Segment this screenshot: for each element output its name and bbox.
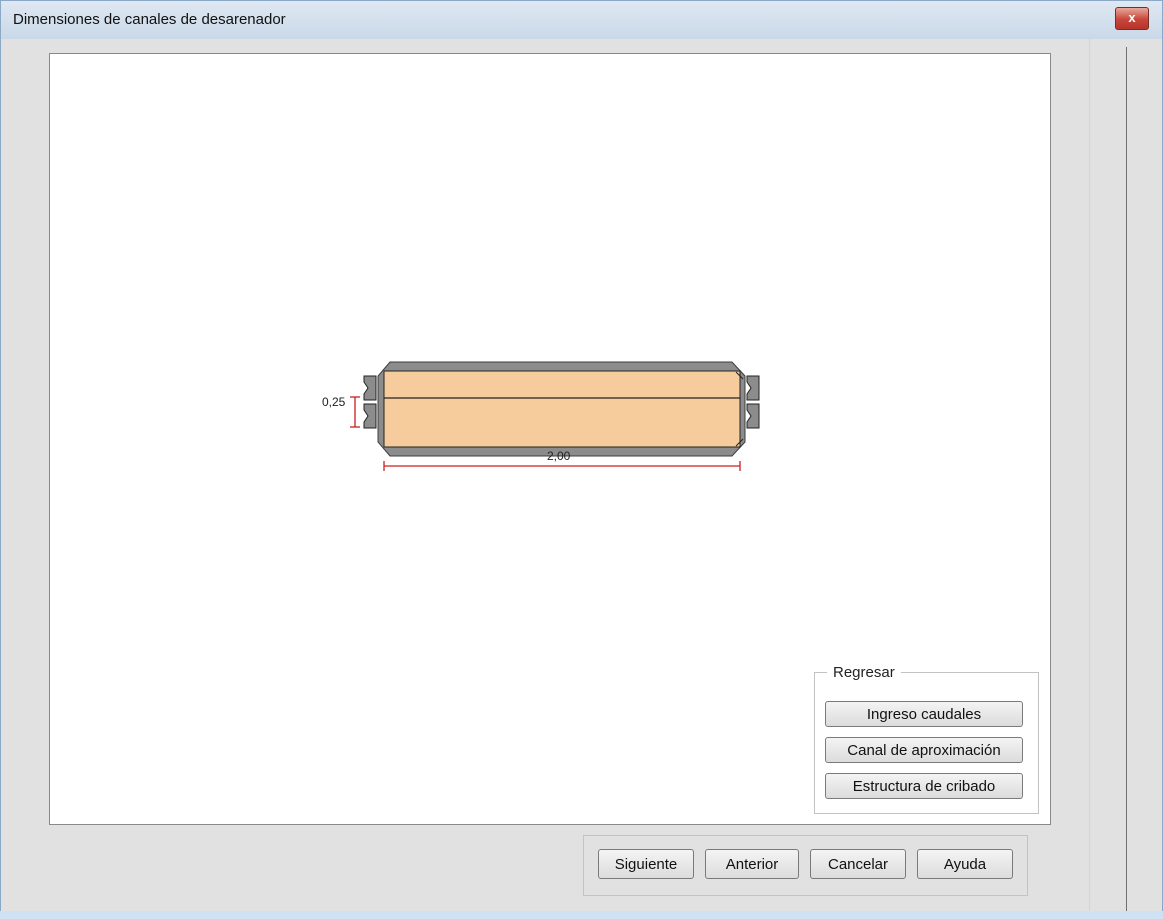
window-bottom-edge (0, 911, 1163, 919)
estructura-cribado-button[interactable]: Estructura de cribado (825, 773, 1023, 799)
navigation-bar: Siguiente Anterior Cancelar Ayuda (583, 835, 1028, 896)
dialog-client-area: 0,25 2,00 Regresar Ingreso caudales Cana… (8, 39, 1156, 912)
close-button[interactable]: x (1115, 7, 1149, 30)
length-dimension-label: 2,00 (547, 449, 571, 463)
window-title: Dimensiones de canales de desarenador (13, 11, 286, 28)
regresar-legend: Regresar (827, 664, 901, 681)
ingreso-caudales-button[interactable]: Ingreso caudales (825, 701, 1023, 727)
left-gate-top (363, 375, 377, 401)
canal-aproximacion-button[interactable]: Canal de aproximación (825, 737, 1023, 763)
right-gate-bottom (746, 403, 760, 429)
help-button[interactable]: Ayuda (917, 849, 1013, 879)
next-button[interactable]: Siguiente (598, 849, 694, 879)
channel-water (383, 370, 741, 448)
width-dimension-label: 0,25 (322, 395, 346, 409)
drawing-canvas: 0,25 2,00 Regresar Ingreso caudales Cana… (49, 53, 1051, 825)
divider (1126, 47, 1127, 912)
dialog-window: Dimensiones de canales de desarenador x (0, 0, 1163, 919)
regresar-group: Regresar Ingreso caudales Canal de aprox… (814, 664, 1039, 814)
cancel-button[interactable]: Cancelar (810, 849, 906, 879)
left-gate-bottom (363, 403, 377, 429)
title-bar[interactable]: Dimensiones de canales de desarenador x (1, 1, 1162, 39)
close-icon: x (1128, 10, 1136, 25)
previous-button[interactable]: Anterior (705, 849, 799, 879)
divider (1089, 39, 1090, 912)
right-gate-top (746, 375, 760, 401)
